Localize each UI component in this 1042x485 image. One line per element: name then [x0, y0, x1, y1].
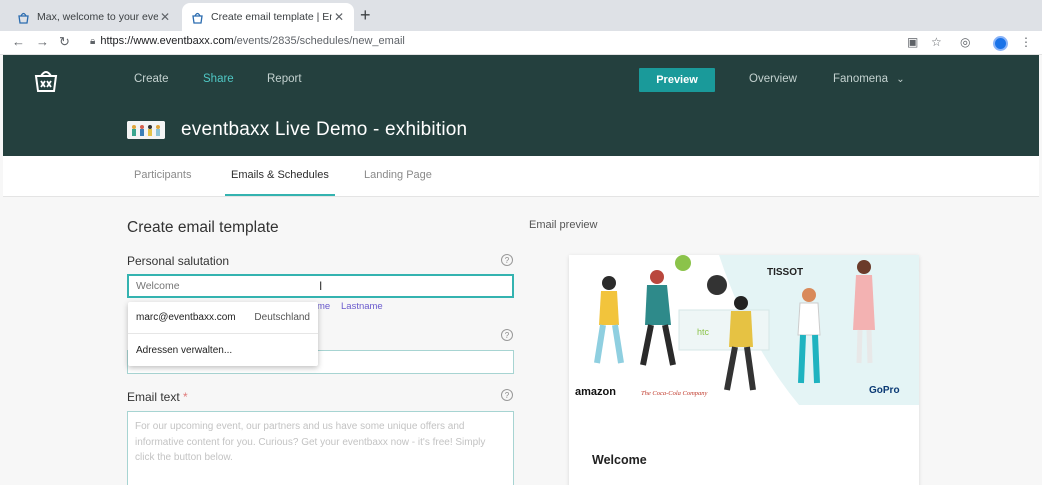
account-menu[interactable]: Fanomena ⌄ [833, 73, 905, 85]
event-title: eventbaxx Live Demo - exhibition [181, 119, 468, 140]
reload-icon[interactable]: ↻ [59, 34, 70, 50]
account-name: Fanomena [833, 73, 888, 85]
chevron-down-icon: ⌄ [896, 74, 905, 85]
browser-tab[interactable]: Max, welcome to your eventba ✕ [8, 3, 180, 31]
help-icon[interactable]: ? [501, 329, 513, 341]
nav-overview[interactable]: Overview [749, 73, 797, 85]
eventbaxx-favicon-icon [190, 10, 204, 24]
sub-navigation: Participants Emails & Schedules Landing … [3, 156, 1039, 197]
active-tab-indicator [225, 194, 335, 196]
tab-close-icon[interactable]: ✕ [158, 10, 172, 24]
url-host: https://www.eventbaxx.com [100, 35, 234, 47]
logo-coca-cola: The Coca-Cola Company [641, 390, 708, 397]
menu-kebab-icon[interactable]: ⋮ [1020, 35, 1032, 49]
autocomplete-suggestion[interactable]: marc@eventbaxx.com Deutschland [128, 302, 318, 334]
back-icon[interactable]: ← [12, 34, 25, 49]
logo-amazon: amazon [575, 386, 616, 398]
help-icon[interactable]: ? [501, 254, 513, 266]
email-preview-card: TISSOT htc amazon The Coca-Cola Company … [569, 255, 919, 485]
translate-icon[interactable]: ▣ [907, 35, 918, 49]
browser-tab-title: Max, welcome to your eventba [37, 11, 158, 23]
autocomplete-dropdown: marc@eventbaxx.com Deutschland Adressen … [128, 302, 318, 366]
browser-tab-active[interactable]: Create email template | Emails ✕ [182, 3, 354, 31]
nav-report[interactable]: Report [267, 73, 302, 85]
help-icon[interactable]: ? [501, 389, 513, 401]
bookmark-star-icon[interactable]: ☆ [931, 35, 942, 49]
event-thumbnail [127, 121, 165, 139]
suggestion-email: marc@eventbaxx.com [136, 312, 236, 323]
url-field[interactable]: 🔒︎ https://www.eventbaxx.com/events/2835/… [90, 35, 405, 47]
logo-tissot: TISSOT [767, 267, 803, 278]
nav-create[interactable]: Create [134, 73, 169, 85]
preview-welcome-text: Welcome [592, 453, 647, 467]
required-marker: * [183, 390, 188, 404]
url-path: /events/2835/schedules/new_email [233, 35, 405, 47]
page-title: Create email template [127, 219, 279, 236]
email-text-label: Email text * [127, 390, 188, 404]
nav-share[interactable]: Share [203, 73, 234, 85]
browser-tab-title: Create email template | Emails [211, 11, 332, 23]
extension-icon[interactable]: ◎ [960, 35, 970, 49]
email-text-area[interactable]: For our upcoming event, our partners and… [127, 411, 514, 485]
suggestion-country: Deutschland [254, 312, 310, 323]
browser-tab-bar: Max, welcome to your eventba ✕ Create em… [0, 0, 1042, 31]
tab-participants[interactable]: Participants [134, 169, 191, 181]
text-cursor-icon: I [319, 279, 323, 293]
eventbaxx-favicon-icon [16, 10, 30, 24]
salutation-label: Personal salutation [127, 254, 230, 268]
lock-icon: 🔒︎ [90, 36, 96, 47]
forward-icon[interactable]: → [36, 34, 49, 49]
email-text-label-text: Email text [127, 390, 180, 404]
main-content: Create email template Personal salutatio… [3, 197, 1039, 485]
preview-button[interactable]: Preview [639, 68, 715, 92]
profile-avatar[interactable] [993, 36, 1008, 51]
tab-close-icon[interactable]: ✕ [332, 10, 346, 24]
logo-gopro: GoPro [869, 385, 900, 396]
address-bar: ← → ↻ 🔒︎ https://www.eventbaxx.com/events… [0, 31, 1042, 55]
tab-emails-schedules[interactable]: Emails & Schedules [231, 169, 329, 181]
new-tab-icon[interactable]: + [360, 5, 371, 26]
manage-addresses-item[interactable]: Adressen verwalten... [128, 334, 318, 366]
tab-landing-page[interactable]: Landing Page [364, 169, 432, 181]
app-header: Create Share Report Preview Overview Fan… [3, 55, 1039, 156]
preview-header-image: TISSOT htc amazon The Coca-Cola Company … [569, 255, 919, 405]
logo-htc: htc [697, 327, 710, 337]
preview-heading: Email preview [529, 219, 598, 231]
eventbaxx-logo-icon[interactable] [33, 67, 59, 93]
placeholder-tag-partial[interactable]: me [317, 301, 330, 312]
placeholder-tag-lastname[interactable]: Lastname [341, 301, 383, 312]
